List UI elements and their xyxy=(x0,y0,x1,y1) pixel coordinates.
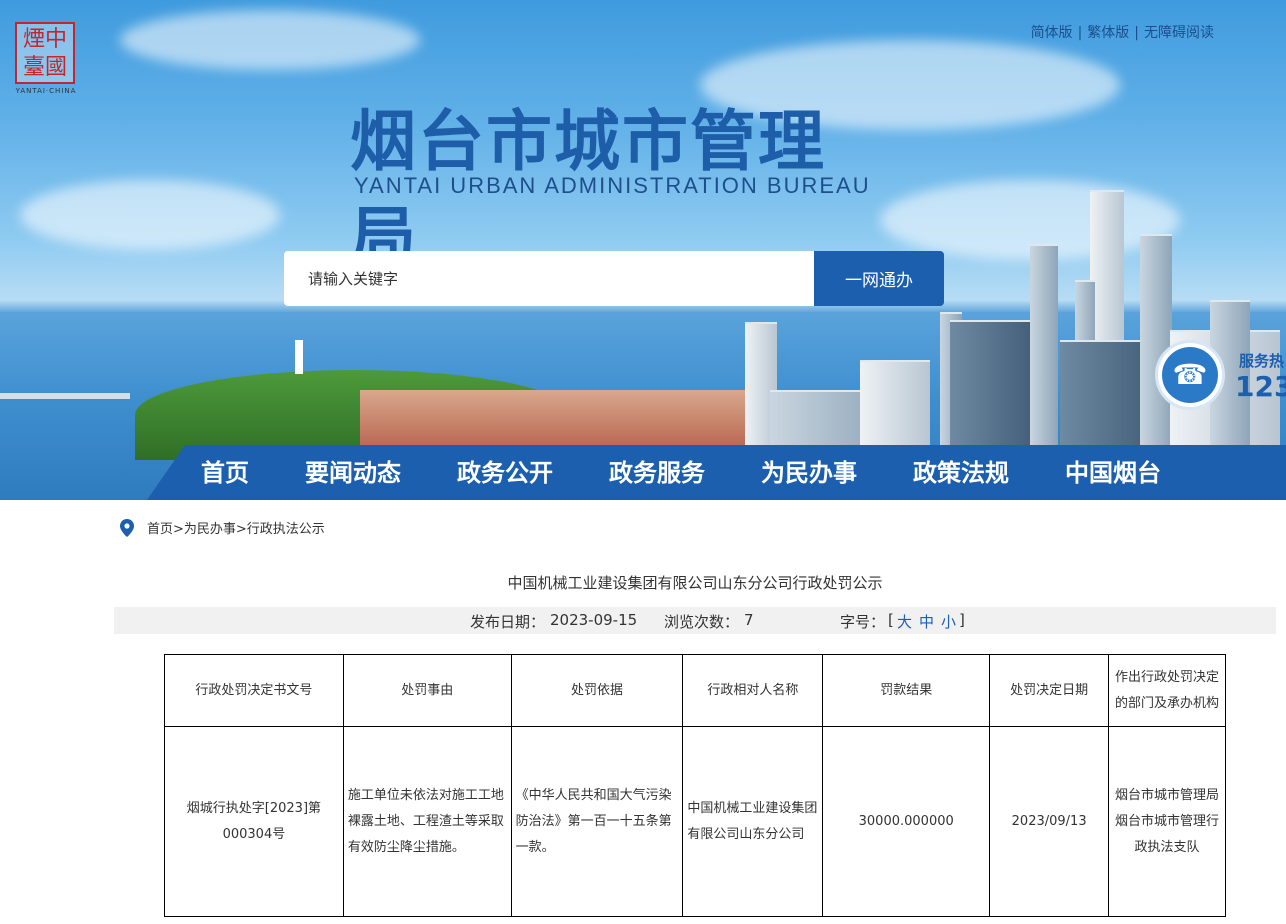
site-subtitle: YANTAI URBAN ADMINISTRATION BUREAU xyxy=(354,173,871,198)
penalty-table: 行政处罚决定书文号 处罚事由 处罚依据 行政相对人名称 罚款结果 处罚决定日期 … xyxy=(164,654,1226,917)
phone-icon: ☎ xyxy=(1155,340,1225,410)
cell-party-name: 中国机械工业建设集团有限公司山东分公司 xyxy=(682,726,824,917)
article-meta: 发布日期： 2023-09-15 浏览次数： 7 字号： [ 大 中 小 ] xyxy=(114,607,1276,634)
search-button[interactable]: 一网通办 xyxy=(814,251,944,306)
link-accessibility[interactable]: 无障碍阅读 xyxy=(1144,25,1214,41)
nav-item-news[interactable]: 要闻动态 xyxy=(305,453,401,488)
publish-date: 2023-09-15 xyxy=(550,611,638,629)
hotline-label: 服务热 xyxy=(1239,352,1285,370)
table-header: 行政相对人名称 xyxy=(682,654,824,727)
font-size-open-bracket: [ xyxy=(888,611,894,629)
table-header: 处罚依据 xyxy=(510,654,684,727)
font-size-large[interactable]: 大 xyxy=(897,611,912,632)
table-header: 罚款结果 xyxy=(822,654,991,727)
publish-date-label: 发布日期： xyxy=(470,613,546,631)
link-simplified[interactable]: 简体版 xyxy=(1031,25,1073,41)
font-size-close-bracket: ] xyxy=(959,611,965,629)
logo-seal: 煙中 臺國 xyxy=(15,22,75,84)
table-row: 烟城行执处字[2023]第000304号 施工单位未依法对施工工地裸露土地、工程… xyxy=(164,726,1226,917)
article-title: 中国机械工业建设集团有限公司山东分公司行政处罚公示 xyxy=(507,574,883,592)
nav-item-gov-service[interactable]: 政务服务 xyxy=(609,453,705,488)
table-header-row: 行政处罚决定书文号 处罚事由 处罚依据 行政相对人名称 罚款结果 处罚决定日期 … xyxy=(164,654,1226,727)
location-pin-icon xyxy=(120,518,134,537)
cell-fine-amount: 30000.000000 xyxy=(822,726,991,917)
link-traditional[interactable]: 繁体版 xyxy=(1087,25,1129,41)
search-bar: 一网通办 xyxy=(284,251,944,306)
nav-item-public-affairs[interactable]: 为民办事 xyxy=(761,453,857,488)
cell-decision-date: 2023/09/13 xyxy=(989,726,1110,917)
breadcrumb-text[interactable]: 首页>为民办事>行政执法公示 xyxy=(147,518,325,537)
font-size-label: 字号： xyxy=(840,613,886,631)
search-input[interactable] xyxy=(284,251,814,306)
nav-item-gov-open[interactable]: 政务公开 xyxy=(457,453,553,488)
font-size-small[interactable]: 小 xyxy=(941,611,956,632)
pier xyxy=(0,393,130,399)
service-hotline[interactable]: ☎ 服务热 123 xyxy=(1155,340,1286,412)
view-count: 7 xyxy=(744,611,754,629)
table-header: 处罚事由 xyxy=(342,654,512,727)
breadcrumb: 首页>为民办事>行政执法公示 xyxy=(120,518,325,537)
cell-decision-number: 烟城行执处字[2023]第000304号 xyxy=(164,726,344,917)
site-logo[interactable]: 煙中 臺國 YANTAI·CHINA xyxy=(15,22,77,98)
nav-item-home[interactable]: 首页 xyxy=(201,453,249,488)
main-nav: 首页 要闻动态 政务公开 政务服务 为民办事 政策法规 中国烟台 xyxy=(147,445,1286,500)
font-size-medium[interactable]: 中 xyxy=(919,611,934,632)
header-banner: 煙中 臺國 YANTAI·CHINA 简体版 | 繁体版 | 无障碍阅读 烟台市城市管理局… xyxy=(0,0,1286,500)
cloud xyxy=(120,10,420,70)
logo-subtitle: YANTAI·CHINA xyxy=(15,87,77,95)
city-skyline xyxy=(300,190,1286,450)
views-label: 浏览次数： xyxy=(664,613,740,631)
cell-violation-reason: 施工单位未依法对施工工地裸露土地、工程渣土等采取有效防尘降尘措施。 xyxy=(342,726,512,917)
table-header: 作出行政处罚决定的部门及承办机构 xyxy=(1108,654,1226,727)
table-header: 行政处罚决定书文号 xyxy=(164,654,344,727)
nav-item-china-yantai[interactable]: 中国烟台 xyxy=(1065,453,1161,488)
top-links: 简体版 | 繁体版 | 无障碍阅读 xyxy=(1030,25,1214,41)
cell-legal-basis: 《中华人民共和国大气污染防治法》第一百一十五条第一款。 xyxy=(510,726,684,917)
cell-authority: 烟台市城市管理局烟台市城市管理行政执法支队 xyxy=(1108,726,1226,917)
table-header: 处罚决定日期 xyxy=(989,654,1110,727)
nav-item-policy[interactable]: 政策法规 xyxy=(913,453,1009,488)
hotline-number: 123 xyxy=(1235,370,1286,403)
cloud xyxy=(20,180,280,250)
